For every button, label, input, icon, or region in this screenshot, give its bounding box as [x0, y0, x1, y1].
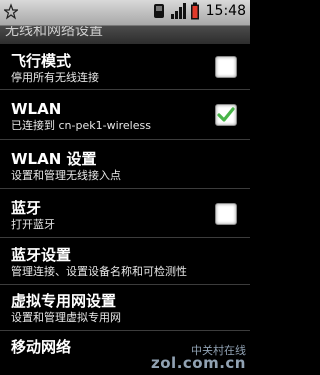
bluetooth-settings-summary: 管理连接、设置设备名称和可检测性	[11, 265, 187, 278]
status-time: 15:48	[205, 3, 246, 19]
watermark: 中关村在线 zol.com.cn	[151, 345, 246, 372]
wlan-row[interactable]: WLAN 已连接到 cn-pek1-wireless	[0, 90, 250, 140]
bluetooth-settings-title: 蓝牙设置	[11, 246, 72, 264]
status-bar: 15:48	[0, 0, 250, 26]
airplane-mode-checkbox[interactable]	[215, 56, 237, 78]
bluetooth-checkbox[interactable]	[215, 203, 237, 225]
title-bar: 无线和网络设置	[0, 26, 250, 44]
watermark-line2: zol.com.cn	[151, 354, 246, 372]
signal-icon	[170, 2, 186, 20]
settings-list: 飞行模式 停用所有无线连接 WLAN 已连接到 cn-pek1-wireless…	[0, 44, 250, 371]
star-icon	[2, 3, 20, 21]
vpn-settings-summary: 设置和管理虚拟专用网	[11, 311, 121, 324]
wlan-settings-title: WLAN 设置	[11, 150, 97, 168]
wlan-settings-row[interactable]: WLAN 设置 设置和管理无线接入点	[0, 140, 250, 189]
checkmark-icon	[217, 107, 235, 122]
wlan-settings-summary: 设置和管理无线接入点	[11, 169, 121, 182]
wlan-checkbox[interactable]	[215, 104, 237, 126]
sim-icon	[152, 2, 166, 20]
airplane-mode-row[interactable]: 飞行模式 停用所有无线连接	[0, 44, 250, 90]
bluetooth-row[interactable]: 蓝牙 打开蓝牙	[0, 189, 250, 238]
bluetooth-settings-row[interactable]: 蓝牙设置 管理连接、设置设备名称和可检测性	[0, 238, 250, 285]
vpn-settings-title: 虚拟专用网设置	[11, 292, 117, 310]
vpn-settings-row[interactable]: 虚拟专用网设置 设置和管理虚拟专用网	[0, 285, 250, 331]
battery-icon	[190, 2, 200, 20]
page-title: 无线和网络设置	[5, 26, 103, 39]
